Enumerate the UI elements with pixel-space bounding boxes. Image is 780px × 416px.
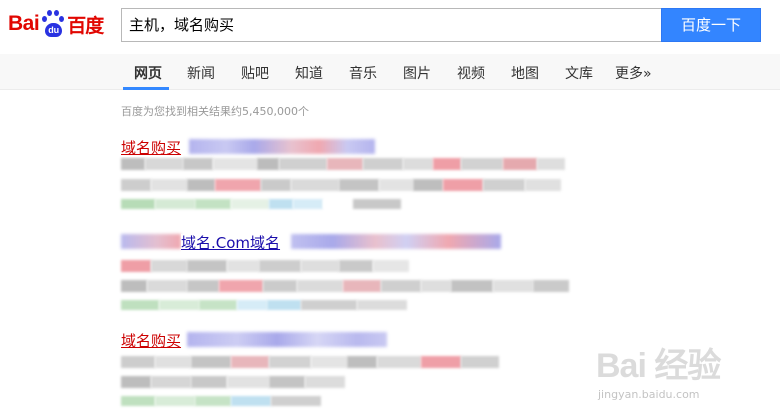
pixelated-snippet [121,280,569,292]
pixelated-title-remainder [291,234,501,249]
tab-map[interactable]: 地图 [511,63,539,83]
pixelated-snippet [121,356,499,368]
watermark-url: jingyan.baidu.com [598,388,700,401]
tab-music[interactable]: 音乐 [349,63,377,83]
tab-web[interactable]: 网页 [134,63,162,83]
jingyan-watermark: Bai 经验 jingyan.baidu.com [596,338,746,408]
paw-icon: du [40,9,66,39]
search-button[interactable]: 百度一下 [661,8,761,42]
pixelated-snippet [121,260,409,272]
tab-tieba[interactable]: 贴吧 [241,63,269,83]
search-result: 域名.Com域名 [121,232,681,312]
result-count: 百度为您找到相关结果约5,450,000个 [121,105,309,118]
logo-paw-text: du [45,23,63,37]
vertical-tabs: 网页 新闻 贴吧 知道 音乐 图片 视频 地图 文库 更多» [0,54,780,90]
tab-video[interactable]: 视频 [457,63,485,83]
result-title-link[interactable]: 域名购买 [121,137,184,158]
pixelated-snippet [121,158,565,170]
pixelated-snippet [121,376,345,388]
pixelated-url [121,300,407,310]
baidu-logo[interactable]: Bai du 百度 [8,4,114,44]
active-tab-indicator [123,87,169,90]
tab-news[interactable]: 新闻 [187,63,215,83]
search-result: 域名购买 [121,137,681,217]
pixelated-title-prefix [121,234,181,249]
pixelated-title-remainder [189,139,375,154]
logo-latin: Bai [8,12,40,35]
tab-images[interactable]: 图片 [403,63,431,83]
pixelated-title-remainder [187,332,387,347]
watermark-logo: Bai 经验 [596,347,721,385]
pixelated-url [121,199,401,209]
result-title-link[interactable]: 域名购买 [121,330,184,351]
tab-more[interactable]: 更多» [615,63,652,83]
tab-wenku[interactable]: 文库 [565,63,593,83]
logo-chinese: 百度 [67,14,104,37]
tab-zhidao[interactable]: 知道 [295,63,323,83]
pixelated-snippet [121,179,561,191]
search-input[interactable]: 主机，域名购买 [121,8,661,42]
pixelated-url [121,396,321,406]
result-title-link[interactable]: 域名.Com域名 [181,232,283,253]
